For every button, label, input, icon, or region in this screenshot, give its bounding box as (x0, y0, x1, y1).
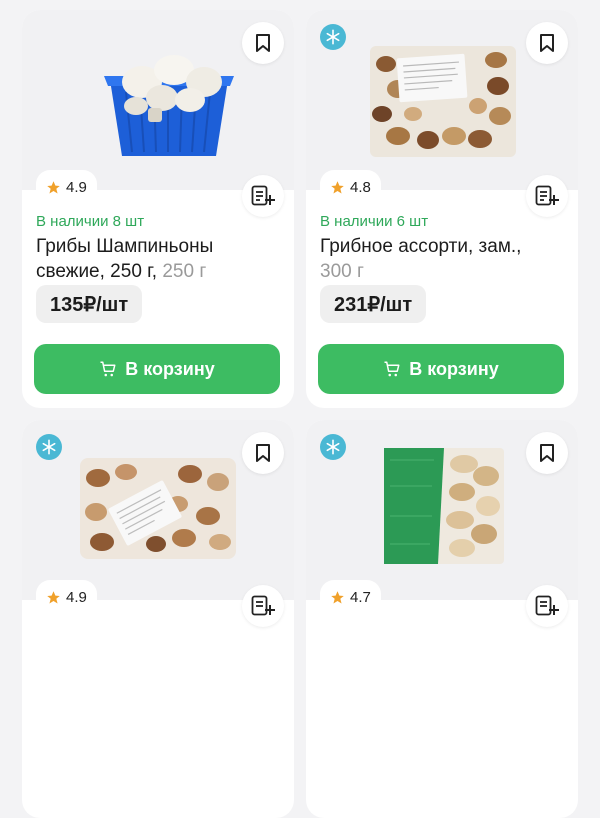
bookmark-button[interactable] (526, 22, 568, 64)
add-to-cart-button[interactable]: В корзину (34, 344, 280, 394)
bookmark-icon (540, 34, 554, 52)
rating-value: 4.9 (66, 588, 87, 606)
bookmark-button[interactable] (526, 432, 568, 474)
add-to-list-button[interactable] (242, 585, 284, 627)
price-badge: 135₽/шт (36, 285, 143, 323)
bookmark-icon (256, 444, 270, 462)
stock-status: В наличии 8 шт (36, 213, 145, 230)
bookmark-icon (256, 34, 270, 52)
product-name: Грибное ассорти, зам., (320, 236, 522, 257)
rating-value: 4.8 (350, 178, 371, 196)
frozen-badge (320, 434, 346, 460)
product-weight: 250 г (162, 261, 207, 282)
rating-value: 4.9 (66, 178, 87, 196)
add-to-cart-label: В корзину (409, 358, 499, 379)
frozen-mushroom-bag-image (370, 46, 516, 157)
star-icon (47, 180, 60, 193)
star-icon (331, 590, 344, 603)
rating-badge: 4.9 (36, 580, 97, 614)
stock-status: В наличии 6 шт (320, 213, 429, 230)
frozen-mushroom-bag-image (80, 458, 236, 559)
frozen-mushroom-bag-image (384, 448, 504, 564)
star-icon (331, 180, 344, 193)
product-weight: 300 г (320, 261, 364, 282)
cart-icon (100, 361, 116, 377)
snowflake-icon (42, 439, 56, 455)
frozen-badge (36, 434, 62, 460)
add-to-list-button[interactable] (526, 175, 568, 217)
add-to-list-button[interactable] (242, 175, 284, 217)
product-title[interactable]: Грибное ассорти, зам., 300 г (320, 234, 568, 284)
snowflake-icon (326, 439, 340, 455)
add-to-list-button[interactable] (526, 585, 568, 627)
product-title[interactable]: Грибы Шампиньоны свежие, 250 г, 250 г (36, 234, 284, 284)
snowflake-icon (326, 29, 340, 45)
list-add-icon (535, 185, 559, 206)
list-add-icon (251, 595, 275, 616)
frozen-badge (320, 24, 346, 50)
add-to-cart-button[interactable]: В корзину (318, 344, 564, 394)
rating-badge: 4.8 (320, 170, 381, 204)
bookmark-button[interactable] (242, 22, 284, 64)
add-to-cart-label: В корзину (125, 358, 215, 379)
product-card-frozen-mushrooms[interactable]: 4.9 (22, 420, 294, 818)
mushroom-tray-image (104, 55, 234, 156)
product-card-mushroom-assorted[interactable]: 4.8 В наличии 6 шт Грибное ассорти, зам.… (306, 10, 578, 408)
list-add-icon (251, 185, 275, 206)
star-icon (47, 590, 60, 603)
bookmark-icon (540, 444, 554, 462)
product-card-frozen-oyster-mushrooms[interactable]: 4.7 (306, 420, 578, 818)
product-card-mushrooms[interactable]: 4.9 В наличии 8 шт Грибы Шампиньоны свеж… (22, 10, 294, 408)
cart-icon (384, 361, 400, 377)
list-add-icon (535, 595, 559, 616)
rating-badge: 4.9 (36, 170, 97, 204)
bookmark-button[interactable] (242, 432, 284, 474)
rating-value: 4.7 (350, 588, 371, 606)
rating-badge: 4.7 (320, 580, 381, 614)
price-badge: 231₽/шт (320, 285, 427, 323)
